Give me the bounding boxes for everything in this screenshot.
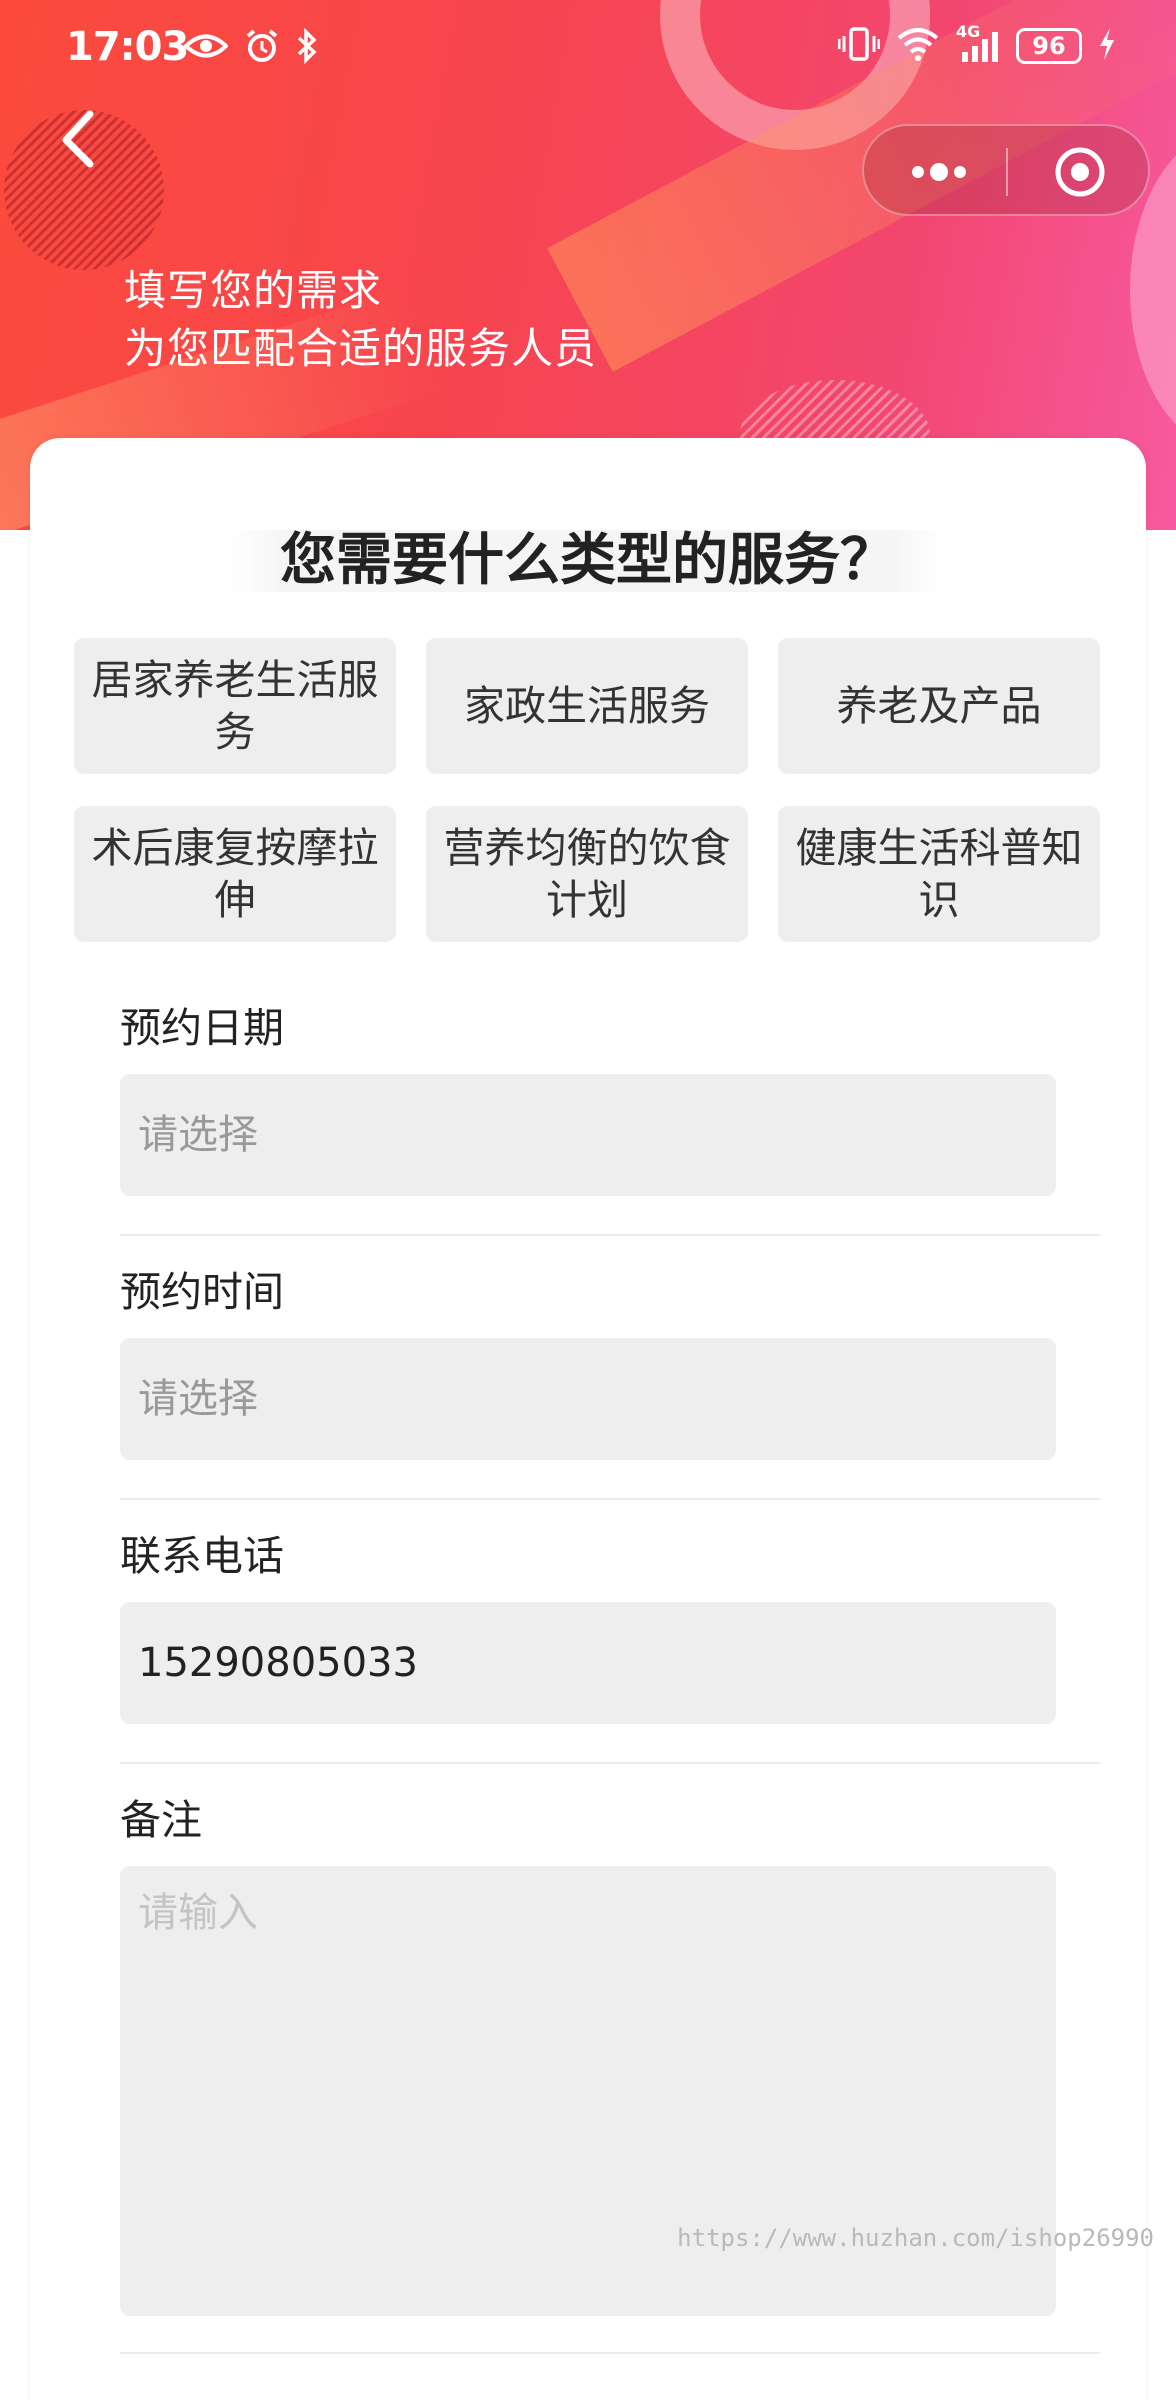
capsule-divider — [1006, 148, 1008, 196]
service-option-health-knowledge[interactable]: 健康生活科普知识 — [778, 806, 1100, 942]
phone-input[interactable]: 15290805033 — [120, 1602, 1056, 1724]
status-bar: 17:03 4G 96 — [0, 0, 1176, 100]
alarm-icon — [244, 28, 280, 68]
divider — [120, 2352, 1100, 2354]
banner-title: 填写您的需求 为您匹配合适的服务人员 — [124, 262, 597, 378]
vibrate-icon — [837, 26, 881, 66]
service-option-housekeeping[interactable]: 家政生活服务 — [426, 638, 748, 774]
banner-line-1: 填写您的需求 — [124, 266, 383, 315]
status-time: 17:03 — [66, 24, 189, 70]
close-button[interactable] — [1054, 146, 1106, 198]
more-dots-icon — [912, 163, 966, 181]
service-option-rehab-massage[interactable]: 术后康复按摩拉伸 — [74, 806, 396, 942]
back-button[interactable] — [50, 104, 110, 174]
eye-icon — [183, 31, 229, 65]
divider — [120, 1498, 1100, 1500]
chevron-left-icon — [62, 110, 94, 168]
service-form-card: 您需要什么类型的服务？ 居家养老生活服务 家政生活服务 养老及产品 术后康复按摩… — [30, 438, 1146, 2400]
date-field: 预约日期 请选择 — [120, 1000, 1100, 1196]
signal-icon: 4G — [956, 22, 1000, 64]
wifi-icon — [896, 26, 940, 66]
time-picker[interactable]: 请选择 — [120, 1338, 1056, 1460]
service-option-home-care[interactable]: 居家养老生活服务 — [74, 638, 396, 774]
service-option-elderly-products[interactable]: 养老及产品 — [778, 638, 1100, 774]
more-button[interactable] — [904, 150, 974, 194]
network-type: 4G — [956, 22, 981, 41]
status-right-icons: 4G 96 — [837, 22, 1116, 66]
close-target-icon — [1055, 147, 1105, 197]
time-field: 预约时间 请选择 — [120, 1264, 1100, 1460]
divider — [120, 1762, 1100, 1764]
bluetooth-icon — [296, 27, 318, 68]
date-picker[interactable]: 请选择 — [120, 1074, 1056, 1196]
battery-indicator: 96 — [1016, 28, 1082, 64]
service-option-diet-plan[interactable]: 营养均衡的饮食计划 — [426, 806, 748, 942]
mini-program-capsule — [862, 124, 1150, 216]
divider — [120, 1234, 1100, 1236]
phone-field: 联系电话 15290805033 — [120, 1528, 1100, 1724]
charging-icon — [1098, 27, 1116, 65]
form-title: 您需要什么类型的服务？ — [230, 530, 946, 592]
status-left-icons — [183, 27, 318, 68]
phone-label: 联系电话 — [120, 1532, 284, 1580]
watermark: https://www.huzhan.com/ishop26990 — [677, 2224, 1154, 2252]
date-label: 预约日期 — [120, 1004, 284, 1052]
service-type-grid: 居家养老生活服务 家政生活服务 养老及产品 术后康复按摩拉伸 营养均衡的饮食计划… — [74, 638, 1102, 942]
banner-line-2: 为您匹配合适的服务人员 — [124, 324, 598, 373]
time-label: 预约时间 — [120, 1268, 284, 1316]
note-label: 备注 — [120, 1796, 202, 1844]
